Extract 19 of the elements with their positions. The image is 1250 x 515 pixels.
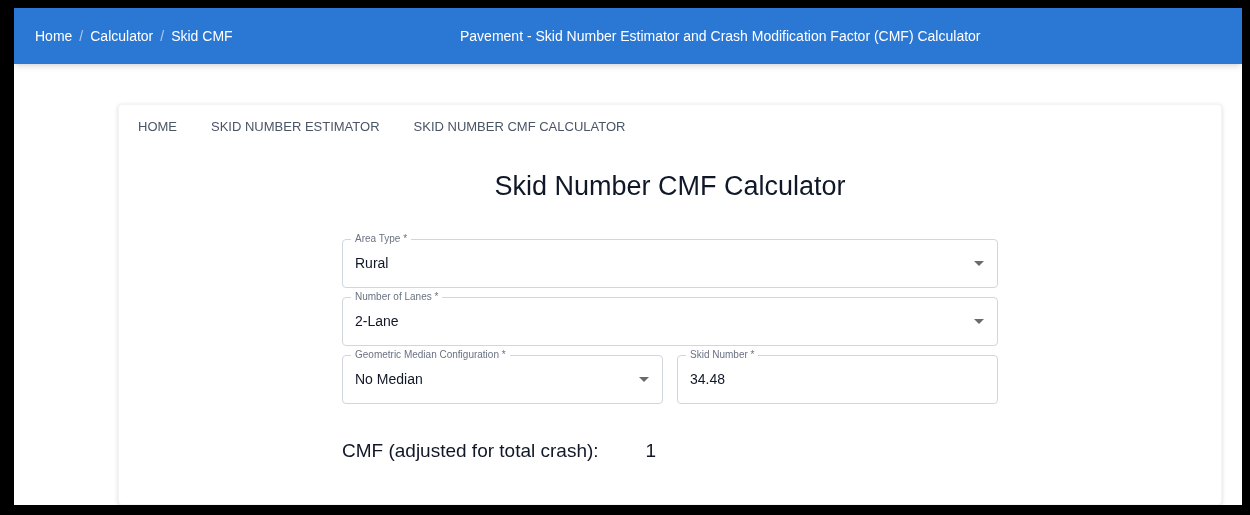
dropdown-caret-icon bbox=[974, 261, 984, 266]
breadcrumb-separator: / bbox=[79, 26, 84, 46]
field-label: Geometric Median Configuration * bbox=[351, 349, 510, 361]
field-label: Skid Number * bbox=[686, 349, 759, 361]
dropdown-caret-icon bbox=[974, 319, 984, 324]
field-label: Number of Lanes * bbox=[351, 291, 443, 303]
breadcrumb-link[interactable]: Home bbox=[35, 25, 73, 47]
field-label: Area Type * bbox=[351, 233, 412, 245]
breadcrumb-link[interactable]: Calculator bbox=[90, 25, 154, 47]
app-title: Pavement - Skid Number Estimator and Crash Modification Factor (CMF) Calculator bbox=[460, 26, 981, 46]
result-value: 1 bbox=[645, 439, 657, 463]
result-label: CMF (adjusted for total crash): bbox=[342, 439, 599, 463]
breadcrumb-separator: / bbox=[160, 26, 165, 46]
breadcrumb-link[interactable]: Skid CMF bbox=[171, 25, 233, 47]
nav-tab[interactable]: SKID NUMBER ESTIMATOR bbox=[211, 115, 380, 139]
nav-tab[interactable]: SKID NUMBER CMF CALCULATOR bbox=[413, 115, 626, 139]
nav-tab[interactable]: HOME bbox=[138, 115, 177, 139]
page-title: Skid Number CMF Calculator bbox=[493, 169, 847, 203]
dropdown-caret-icon bbox=[639, 377, 649, 382]
